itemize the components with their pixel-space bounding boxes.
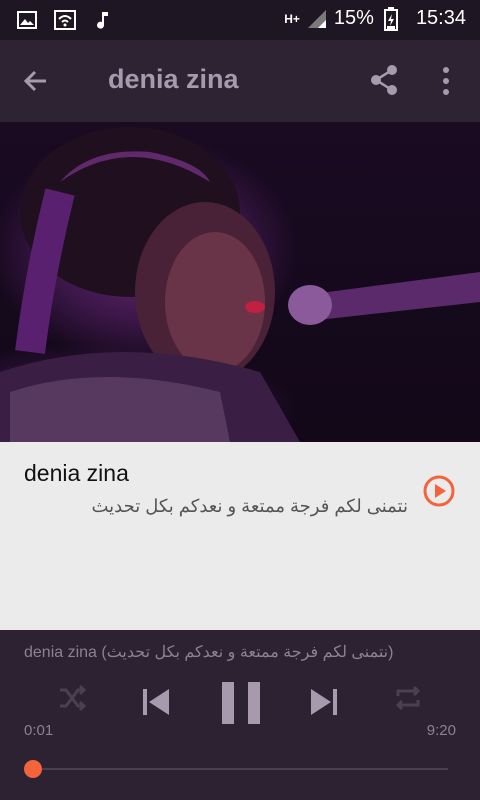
image-icon [16,9,38,31]
video-item[interactable]: denia zina نتمنى لكم فرجة ممتعة و نعدكم … [0,442,480,630]
share-icon[interactable] [368,63,400,97]
item-description: نتمنى لكم فرجة ممتعة و نعدكم بكل تحديث [91,496,408,516]
music-note-icon [92,9,114,31]
repeat-icon[interactable] [392,682,424,719]
video-thumbnail[interactable] [0,122,480,442]
network-type: H+ [284,11,300,26]
battery-icon [380,6,402,31]
pause-icon[interactable] [222,682,260,729]
skip-previous-icon[interactable] [140,686,172,723]
page-title: denia zina [108,64,239,94]
clock: 15:34 [415,7,466,29]
more-vert-icon[interactable] [436,64,456,98]
app-bar: denia zina [0,40,480,122]
skip-next-icon[interactable] [308,686,340,723]
back-arrow-icon[interactable] [20,65,52,97]
wifi-icon [54,9,76,31]
seek-thumb[interactable] [24,760,42,778]
battery-percent: 15% [333,7,374,29]
status-bar: H+ 15% 15:34 [0,0,480,40]
total-time: 9:20 [426,722,456,739]
play-circle-icon[interactable] [422,474,456,508]
item-title: denia zina [24,460,129,486]
shuffle-icon[interactable] [56,682,88,719]
signal-icon [306,8,328,30]
current-time: 0:01 [24,722,54,739]
player-bar: denia zina (نتمنى لكم فرجة ممتعة و نعدكم… [0,630,480,800]
seek-bar[interactable] [34,768,448,770]
now-playing-title: denia zina (نتمنى لكم فرجة ممتعة و نعدكم… [24,644,394,661]
